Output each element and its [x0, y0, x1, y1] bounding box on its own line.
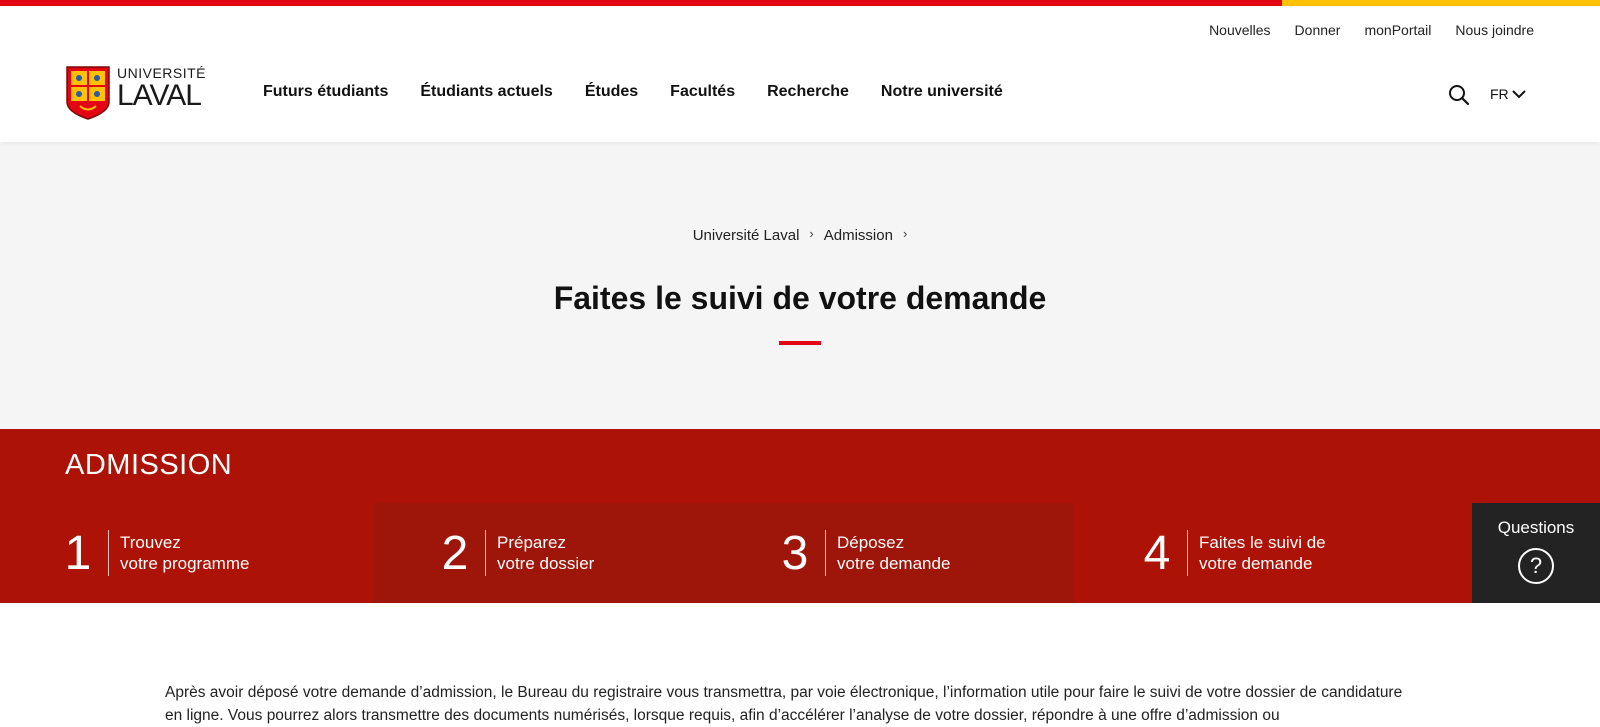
step-divider	[1187, 530, 1188, 576]
question-icon: ?	[1518, 548, 1554, 584]
utility-link-donner[interactable]: Donner	[1295, 22, 1341, 38]
utility-link-nouvelles[interactable]: Nouvelles	[1209, 22, 1270, 38]
admission-steps-banner: ADMISSION 1 Trouvez votre programme 2 Pr…	[0, 429, 1600, 603]
step-label-line2: votre demande	[837, 554, 951, 573]
step-label: Déposez votre demande	[837, 532, 950, 574]
step-number: 1	[64, 526, 92, 580]
logo-line-universite: UNIVERSITÉ	[117, 65, 207, 81]
breadcrumb-admission[interactable]: Admission	[824, 227, 893, 244]
utility-link-monportail[interactable]: monPortail	[1364, 22, 1431, 38]
breadcrumb-universite-laval[interactable]: Université Laval	[693, 227, 800, 244]
intro-paragraph: Après avoir déposé votre demande d’admis…	[165, 684, 1403, 724]
page-hero: Université Laval › Admission › Faites le…	[0, 142, 1600, 429]
step-2-preparez[interactable]: 2 Préparez votre dossier	[374, 503, 714, 603]
step-label-line2: votre programme	[120, 554, 250, 573]
utility-link-nous-joindre[interactable]: Nous joindre	[1455, 22, 1534, 38]
step-label-line1: Trouvez	[120, 533, 181, 552]
step-1-trouvez[interactable]: 1 Trouvez votre programme	[0, 503, 374, 603]
admission-heading: ADMISSION	[65, 449, 233, 481]
search-icon	[1449, 85, 1470, 106]
page-title: Faites le suivi de votre demande	[553, 280, 1047, 316]
step-number: 3	[781, 526, 809, 580]
step-label-line2: votre dossier	[497, 554, 595, 573]
admission-steps: 1 Trouvez votre programme 2 Préparez vot…	[0, 503, 1472, 603]
language-label: FR	[1490, 86, 1509, 102]
nav-etudiants-actuels[interactable]: Étudiants actuels	[420, 83, 552, 101]
nav-recherche[interactable]: Recherche	[767, 83, 849, 101]
language-selector[interactable]: FR	[1490, 86, 1526, 102]
step-number: 2	[441, 526, 469, 580]
step-divider	[108, 530, 109, 576]
step-label-line2: votre demande	[1199, 554, 1313, 573]
site-header: Nouvelles Donner monPortail Nous joindre…	[0, 6, 1600, 142]
step-label-line1: Faites le suivi de	[1199, 533, 1326, 552]
step-label: Trouvez votre programme	[120, 532, 249, 574]
main-nav: Futurs étudiants Étudiants actuels Étude…	[263, 83, 1003, 101]
breadcrumb: Université Laval › Admission ›	[0, 226, 1600, 244]
step-divider	[825, 530, 826, 576]
step-4-faites-le-suivi[interactable]: 4 Faites le suivi de votre demande	[1074, 503, 1472, 603]
chevron-right-icon: ›	[902, 226, 908, 241]
step-label: Préparez votre dossier	[497, 532, 594, 574]
chevron-down-icon	[1511, 90, 1526, 99]
utility-nav: Nouvelles Donner monPortail Nous joindre	[1209, 22, 1534, 38]
questions-label: Questions	[1497, 518, 1575, 537]
title-underline	[779, 341, 821, 345]
university-logo[interactable]: UNIVERSITÉ LAVAL	[66, 66, 206, 120]
step-label-line1: Déposez	[837, 533, 905, 552]
nav-futurs-etudiants[interactable]: Futurs étudiants	[263, 83, 388, 101]
logo-line-laval: LAVAL	[117, 79, 202, 112]
nav-etudes[interactable]: Études	[585, 83, 638, 101]
questions-button[interactable]: Questions ?	[1472, 503, 1600, 603]
search-button[interactable]	[1448, 84, 1470, 106]
step-number: 4	[1143, 526, 1171, 580]
nav-notre-universite[interactable]: Notre université	[881, 83, 1003, 101]
nav-facultes[interactable]: Facultés	[670, 83, 735, 101]
step-divider	[485, 530, 486, 576]
step-label-line1: Préparez	[497, 533, 566, 552]
shield-icon	[66, 66, 110, 120]
step-label: Faites le suivi de votre demande	[1199, 532, 1326, 574]
step-3-deposez[interactable]: 3 Déposez votre demande	[714, 503, 1074, 603]
chevron-right-icon: ›	[809, 226, 814, 241]
logo-wordmark: UNIVERSITÉ LAVAL	[117, 66, 206, 111]
